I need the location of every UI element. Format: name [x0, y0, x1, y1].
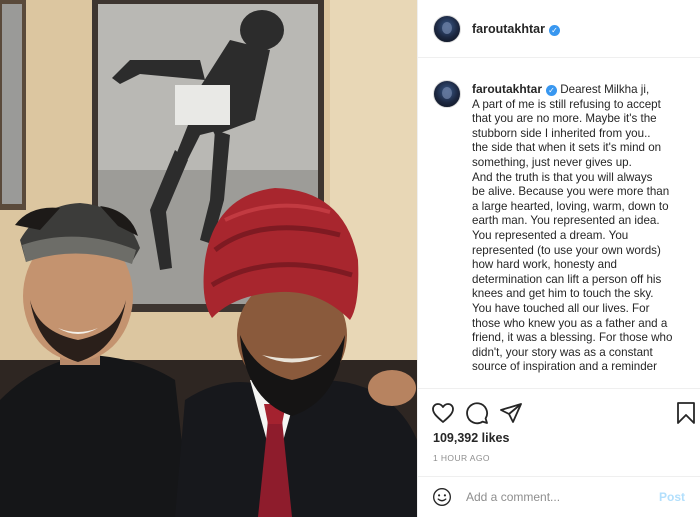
post-photo[interactable]: [0, 0, 417, 517]
caption-line: didn't, your story was as a constant: [472, 345, 653, 359]
caption-line: And the truth is that you will always: [472, 170, 653, 184]
post-comment-button[interactable]: Post: [659, 490, 685, 504]
username-link[interactable]: faroutakhtar ✓: [472, 22, 560, 36]
caption-line: that you are no more. Maybe it's the: [472, 112, 657, 126]
caption-line: source of inspiration and a reminder: [472, 360, 657, 374]
caption-line: You have touched all our lives. For: [472, 301, 650, 315]
caption-line: earth man. You represented an idea.: [472, 214, 660, 228]
caption-line: a large hearted, loving, warm, down to: [472, 199, 669, 213]
caption-line-text: Dearest Milkha ji,: [560, 83, 650, 96]
caption-line: how hard work, honesty and: [472, 258, 618, 272]
caption-line: those who knew you as a father and a: [472, 316, 668, 330]
caption-line: You represented a dream. You: [472, 228, 629, 242]
caption-avatar[interactable]: [433, 80, 461, 108]
post-sidebar: faroutakhtar ✓ faroutakhtar ✓ Dearest Milk…: [417, 0, 700, 517]
caption-line: faroutakhtar ✓ Dearest Milkha ji,: [472, 82, 672, 98]
verified-badge-icon: ✓: [546, 85, 558, 96]
likes-count[interactable]: 109,392 likes: [433, 431, 509, 445]
paper-plane-icon[interactable]: [499, 401, 523, 425]
caption-line: determination can lift a person off his: [472, 272, 662, 286]
caption-line: A part of me is still refusing to accept: [472, 97, 661, 111]
comment-bar: Post: [418, 476, 700, 517]
heart-icon[interactable]: [431, 401, 455, 425]
smiley-icon[interactable]: [432, 487, 452, 507]
post-header: faroutakhtar ✓: [418, 0, 700, 58]
verified-badge-icon: ✓: [548, 24, 560, 36]
avatar[interactable]: [433, 14, 461, 43]
caption-line: knees and get him to touch the sky.: [472, 287, 654, 301]
caption-line: represented (to use your own words): [472, 243, 661, 257]
caption-line: the side that when it sets it's mind on: [472, 141, 662, 155]
caption-section: faroutakhtar ✓ Dearest Milkha ji, A part …: [418, 70, 700, 388]
caption-line: something, just never gives up.: [472, 155, 632, 169]
caption-line: stubborn side I inherited from you..: [472, 126, 651, 140]
photo-illustration: [0, 0, 417, 517]
bookmark-icon[interactable]: [674, 401, 698, 425]
caption-username[interactable]: faroutakhtar: [472, 82, 542, 96]
comment-icon[interactable]: [465, 401, 489, 425]
caption-line: friend, it was a blessing. For those who: [472, 331, 673, 345]
caption-text: faroutakhtar ✓ Dearest Milkha ji, A part …: [472, 70, 672, 388]
post-timestamp[interactable]: 1 HOUR AGO: [433, 453, 490, 463]
caption-line: be alive. Because you were more than: [472, 185, 670, 199]
username-text[interactable]: faroutakhtar: [472, 22, 545, 36]
comment-input[interactable]: [466, 490, 659, 504]
